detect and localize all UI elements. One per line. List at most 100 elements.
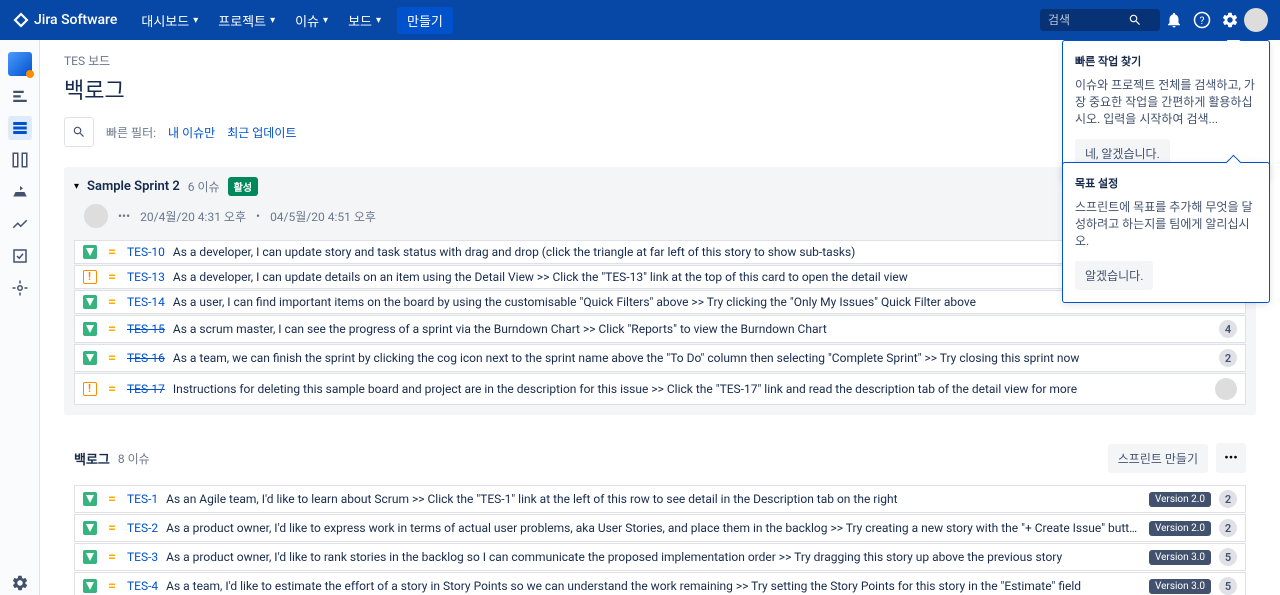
chevron-down-icon: ▾ xyxy=(270,15,275,26)
components-icon[interactable] xyxy=(8,276,32,300)
search-icon xyxy=(1128,13,1142,27)
issue-key[interactable]: TES-17 xyxy=(127,382,165,396)
backlog-more-button[interactable]: ••• xyxy=(1216,443,1246,473)
issue-row[interactable]: TES-15 As a scrum master, I can see the p… xyxy=(74,315,1246,343)
popover-ok-button[interactable]: 알겠습니다. xyxy=(1075,261,1153,290)
chevron-down-icon: ▾ xyxy=(323,15,328,26)
story-icon xyxy=(83,579,97,593)
sprint-name: Sample Sprint 2 xyxy=(87,179,180,194)
priority-icon xyxy=(105,492,119,506)
story-icon xyxy=(83,521,97,535)
issue-row[interactable]: TES-4As a team, I'd like to estimate the… xyxy=(74,572,1246,595)
board-icon[interactable] xyxy=(8,148,32,172)
priority-icon xyxy=(105,245,119,259)
settings-icon[interactable] xyxy=(1216,6,1244,34)
task-icon xyxy=(83,382,97,396)
search-box[interactable] xyxy=(1040,9,1160,31)
sprint-avatar[interactable] xyxy=(84,204,108,228)
issue-summary: As a team, we can finish the sprint by c… xyxy=(173,351,1211,365)
story-points: 2 xyxy=(1219,349,1237,367)
backlog-count: 8 이슈 xyxy=(118,450,150,467)
backlog-header: 백로그 8 이슈 스프린트 만들기 ••• xyxy=(74,443,1246,473)
app-icon[interactable] xyxy=(8,52,32,76)
create-sprint-button[interactable]: 스프린트 만들기 xyxy=(1108,444,1208,473)
roadmap-icon[interactable] xyxy=(8,84,32,108)
story-points: 5 xyxy=(1219,548,1237,566)
svg-text:?: ? xyxy=(1200,14,1205,27)
popover-text: 이슈와 프로젝트 전체를 검색하고, 가장 중요한 작업을 간편하게 활용하십시… xyxy=(1075,77,1257,127)
backlog-icon[interactable] xyxy=(8,116,32,140)
popover-title: 빠른 작업 찾기 xyxy=(1075,53,1257,69)
issue-row[interactable]: TES-17 Instructions for deleting this sam… xyxy=(74,373,1246,405)
nav-dashboards[interactable]: 대시보드 ▾ xyxy=(133,7,206,34)
chevron-down-icon: ▾ xyxy=(376,15,381,26)
priority-icon xyxy=(105,382,119,396)
priority-icon xyxy=(105,579,119,593)
nav-boards[interactable]: 보드 ▾ xyxy=(340,7,389,34)
filter-search-icon[interactable] xyxy=(64,117,94,147)
story-icon xyxy=(83,492,97,506)
story-icon xyxy=(83,295,97,309)
priority-icon xyxy=(105,521,119,535)
priority-icon xyxy=(105,270,119,284)
issue-summary: As a product owner, I'd like to express … xyxy=(166,521,1141,535)
sprint-status-badge: 활성 xyxy=(228,177,258,196)
issue-key[interactable]: TES-14 xyxy=(127,295,165,309)
project-settings-icon[interactable] xyxy=(8,571,32,595)
backlog-section: 백로그 8 이슈 스프린트 만들기 ••• TES-1 As an Agile t… xyxy=(64,439,1256,595)
nav-projects[interactable]: 프로젝트 ▾ xyxy=(210,7,283,34)
priority-icon xyxy=(105,295,119,309)
issue-key[interactable]: TES-15 xyxy=(127,322,165,336)
popover-text: 스프린트에 목표를 추가해 무엇을 달성하려고 하는지를 팀에게 알리십시오. xyxy=(1075,199,1257,249)
reports-icon[interactable] xyxy=(8,212,32,236)
issue-row[interactable]: TES-2 As a product owner, I'd like to exp… xyxy=(74,514,1246,542)
issue-key[interactable]: TES-1 xyxy=(127,492,158,506)
ship-icon[interactable] xyxy=(8,180,32,204)
notifications-icon[interactable] xyxy=(1160,6,1188,34)
backlog-title: 백로그 xyxy=(74,449,110,468)
priority-icon xyxy=(105,550,119,564)
issue-key[interactable]: TES-16 xyxy=(127,351,165,365)
priority-icon xyxy=(105,351,119,365)
issue-key[interactable]: TES-10 xyxy=(127,245,165,259)
issue-summary: As an Agile team, I'd like to learn abou… xyxy=(166,492,1141,506)
task-icon xyxy=(83,270,97,284)
issue-row[interactable]: TES-16 As a team, we can finish the sprin… xyxy=(74,344,1246,372)
priority-icon xyxy=(105,322,119,336)
issue-key[interactable]: TES-4 xyxy=(127,579,158,593)
popover-goal: 목표 설정 스프린트에 목표를 추가해 무엇을 달성하려고 하는지를 팀에게 알… xyxy=(1062,162,1270,303)
issue-row[interactable]: TES-1 As an Agile team, I'd like to learn… xyxy=(74,485,1246,513)
story-points: 2 xyxy=(1219,490,1237,508)
version-badge: Version 3.0 xyxy=(1149,550,1211,565)
issue-key[interactable]: TES-2 xyxy=(127,521,158,535)
story-icon xyxy=(83,550,97,564)
issue-summary: Instructions for deleting this sample bo… xyxy=(173,382,1207,396)
issue-key[interactable]: TES-13 xyxy=(127,270,165,284)
issue-summary: As a scrum master, I can see the progres… xyxy=(173,322,1211,336)
issue-summary: As a product owner, I'd like to rank sto… xyxy=(166,550,1141,564)
create-button[interactable]: 만들기 xyxy=(397,7,453,34)
logo-text: Jira Software xyxy=(34,12,117,28)
main-content: TES 보드 백로그 빠른 필터: 내 이슈만 최근 업데이트 ▾ Sample… xyxy=(40,40,1280,595)
filter-recent[interactable]: 최근 업데이트 xyxy=(227,124,296,141)
help-icon[interactable]: ? xyxy=(1188,6,1216,34)
version-badge: Version 2.0 xyxy=(1149,521,1211,536)
issue-row[interactable]: TES-3 As a product owner, I'd like to ran… xyxy=(74,543,1246,571)
sprint-more-icon[interactable]: ••• xyxy=(118,209,130,223)
sprint-start-date: 20/4월/20 4:31 오후 xyxy=(140,208,246,225)
chevron-down-icon: ▾ xyxy=(193,15,198,26)
logo[interactable]: Jira Software xyxy=(12,11,117,29)
sprint-end-date: 04/5월/20 4:51 오후 xyxy=(270,208,376,225)
assignee-avatar[interactable] xyxy=(1215,378,1237,400)
collapse-icon[interactable]: ▾ xyxy=(74,181,79,192)
story-points: 5 xyxy=(1219,577,1237,595)
issues-icon[interactable] xyxy=(8,244,32,268)
backlog-issues: TES-1 As an Agile team, I'd like to learn… xyxy=(74,485,1246,595)
search-input[interactable] xyxy=(1048,13,1128,27)
nav-issues[interactable]: 이슈 ▾ xyxy=(287,7,336,34)
filter-my-issues[interactable]: 내 이슈만 xyxy=(168,124,215,141)
user-avatar[interactable] xyxy=(1244,8,1268,32)
issue-key[interactable]: TES-3 xyxy=(127,550,158,564)
jira-icon xyxy=(12,11,30,29)
top-nav: Jira Software 대시보드 ▾ 프로젝트 ▾ 이슈 ▾ 보드 ▾ 만들… xyxy=(0,0,1280,40)
